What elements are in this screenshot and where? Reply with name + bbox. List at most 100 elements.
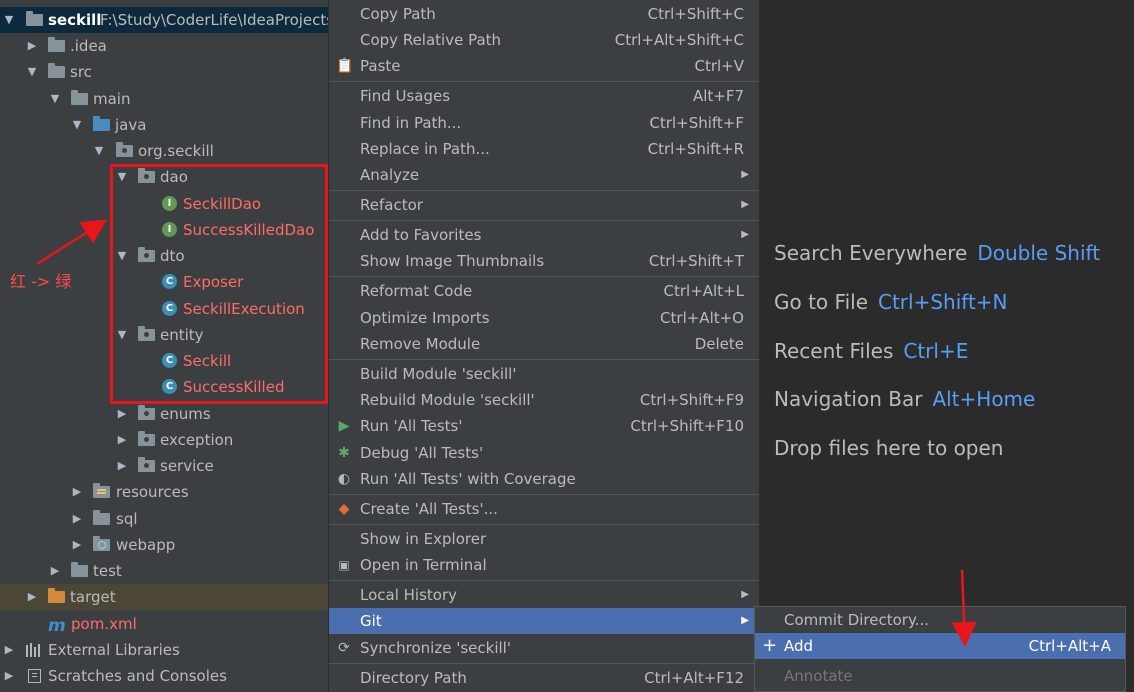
menu-separator xyxy=(329,81,759,82)
tree-item-test[interactable]: ▶ test xyxy=(0,558,328,584)
menu-item-refactor[interactable]: Refactor ▶ xyxy=(329,192,759,218)
menu-item-open-in-terminal[interactable]: ▣ Open in Terminal xyxy=(329,552,759,578)
menu-item-show-image-thumbnails[interactable]: Show Image Thumbnails Ctrl+Shift+T xyxy=(329,248,759,274)
chevron-right-icon[interactable]: ▶ xyxy=(70,479,84,505)
tree-item-exception[interactable]: ▶ exception xyxy=(0,427,328,453)
plus-icon: + xyxy=(762,635,778,656)
chevron-down-icon[interactable]: ▼ xyxy=(2,7,16,33)
menu-item-add-to-favorites[interactable]: Add to Favorites ▶ xyxy=(329,222,759,248)
chevron-right-icon[interactable]: ▶ xyxy=(70,506,84,532)
menu-item-find-usages[interactable]: Find Usages Alt+F7 xyxy=(329,83,759,109)
submenu-arrow-icon: ▶ xyxy=(741,169,749,180)
source-folder-icon xyxy=(93,116,110,131)
submenu-item-annotate[interactable]: Annotate xyxy=(755,663,1125,689)
chevron-right-icon[interactable]: ▶ xyxy=(2,637,16,663)
clipboard-icon: 📋 xyxy=(336,58,354,74)
tree-item-webapp[interactable]: ▶ webapp xyxy=(0,532,328,558)
tree-root-seckill[interactable]: ▼ seckill F:\Study\CoderLife\IdeaProject… xyxy=(0,7,328,33)
hint-drop-files: Drop files here to open xyxy=(774,436,1004,460)
submenu-arrow-icon: ▶ xyxy=(741,229,749,240)
resources-folder-icon xyxy=(93,483,110,498)
menu-item-reformat-code[interactable]: Reformat Code Ctrl+Alt+L xyxy=(329,278,759,304)
tree-item-enums[interactable]: ▶ enums xyxy=(0,401,328,427)
submenu-item-commit-directory[interactable]: Commit Directory... xyxy=(755,607,1125,633)
menu-item-show-in-explorer[interactable]: Show in Explorer xyxy=(329,526,759,552)
menu-separator xyxy=(329,494,759,495)
tree-item-src[interactable]: ▼ src xyxy=(0,59,328,85)
hint-recent-files: Recent Files Ctrl+E xyxy=(774,339,969,363)
submenu-arrow-icon: ▶ xyxy=(741,589,749,600)
menu-item-run-with-coverage[interactable]: ◐ Run 'All Tests' with Coverage xyxy=(329,466,759,492)
chevron-down-icon[interactable]: ▼ xyxy=(92,138,106,164)
package-icon xyxy=(116,142,133,157)
chevron-right-icon[interactable]: ▶ xyxy=(25,33,39,59)
menu-item-find-in-path[interactable]: Find in Path... Ctrl+Shift+F xyxy=(329,110,759,136)
menu-item-git[interactable]: Git ▶ xyxy=(329,608,759,634)
package-icon xyxy=(138,405,155,420)
menu-item-replace-in-path[interactable]: Replace in Path... Ctrl+Shift+R xyxy=(329,136,759,162)
menu-item-analyze[interactable]: Analyze ▶ xyxy=(329,162,759,188)
menu-separator xyxy=(329,276,759,277)
folder-icon xyxy=(71,562,88,577)
debug-icon: ✱ xyxy=(338,445,350,461)
chevron-right-icon[interactable]: ▶ xyxy=(115,427,129,453)
libraries-icon xyxy=(26,643,42,657)
run-icon: ▶ xyxy=(338,418,350,434)
module-folder-icon xyxy=(26,11,43,26)
menu-separator xyxy=(329,524,759,525)
menu-separator xyxy=(329,580,759,581)
menu-item-paste[interactable]: 📋 Paste Ctrl+V xyxy=(329,53,759,79)
menu-item-directory-path[interactable]: Directory Path Ctrl+Alt+F12 xyxy=(329,665,759,691)
tree-item-org-seckill[interactable]: ▼ org.seckill xyxy=(0,138,328,164)
root-path: F:\Study\CoderLife\IdeaProjects xyxy=(100,11,328,29)
hint-navigation-bar: Navigation Bar Alt+Home xyxy=(774,387,1036,411)
menu-separator xyxy=(329,190,759,191)
package-icon xyxy=(138,457,155,472)
menu-item-synchronize[interactable]: ⟳ Synchronize 'seckill' xyxy=(329,635,759,661)
menu-item-run-all-tests[interactable]: ▶ Run 'All Tests' Ctrl+Shift+F10 xyxy=(329,413,759,439)
menu-item-copy-path[interactable]: Copy Path Ctrl+Shift+C xyxy=(329,1,759,27)
menu-item-optimize-imports[interactable]: Optimize Imports Ctrl+Alt+O xyxy=(329,305,759,331)
folder-icon xyxy=(48,63,65,78)
coverage-icon: ◐ xyxy=(337,471,351,487)
tree-item-pom-xml[interactable]: m pom.xml xyxy=(0,611,328,637)
menu-item-debug-all-tests[interactable]: ✱ Debug 'All Tests' xyxy=(329,440,759,466)
sync-icon: ⟳ xyxy=(338,640,350,656)
tree-item-resources[interactable]: ▶ resources xyxy=(0,479,328,505)
root-name: seckill xyxy=(48,11,102,29)
tree-item-java[interactable]: ▼ java xyxy=(0,112,328,138)
tree-item-main[interactable]: ▼ main xyxy=(0,86,328,112)
chevron-right-icon[interactable]: ▶ xyxy=(25,584,39,610)
folder-icon xyxy=(71,90,88,105)
web-folder-icon xyxy=(93,536,110,551)
menu-item-rebuild-module[interactable]: Rebuild Module 'seckill' Ctrl+Shift+F9 xyxy=(329,387,759,413)
menu-separator xyxy=(329,359,759,360)
menu-item-build-module[interactable]: Build Module 'seckill' xyxy=(329,361,759,387)
tree-item-sql[interactable]: ▶ sql xyxy=(0,506,328,532)
chevron-right-icon[interactable]: ▶ xyxy=(48,558,62,584)
maven-icon: m xyxy=(48,616,66,636)
tree-item-target[interactable]: ▶ target xyxy=(0,584,328,610)
submenu-item-add[interactable]: + Add Ctrl+Alt+A xyxy=(755,633,1125,659)
terminal-icon: ▣ xyxy=(338,558,350,572)
menu-item-local-history[interactable]: Local History ▶ xyxy=(329,582,759,608)
hint-search-everywhere: Search Everywhere Double Shift xyxy=(774,241,1101,265)
chevron-down-icon[interactable]: ▼ xyxy=(48,86,62,112)
chevron-right-icon[interactable]: ▶ xyxy=(2,663,16,689)
tree-item-service[interactable]: ▶ service xyxy=(0,453,328,479)
chevron-down-icon[interactable]: ▼ xyxy=(25,59,39,85)
chevron-down-icon[interactable]: ▼ xyxy=(70,112,84,138)
tree-item-scratches[interactable]: ▶ Scratches and Consoles xyxy=(0,663,328,689)
annotation-highlight-box xyxy=(110,164,328,404)
menu-item-copy-relative-path[interactable]: Copy Relative Path Ctrl+Alt+Shift+C xyxy=(329,27,759,53)
git-submenu: Commit Directory... + Add Ctrl+Alt+A Anno… xyxy=(754,606,1126,692)
chevron-right-icon[interactable]: ▶ xyxy=(70,532,84,558)
menu-item-remove-module[interactable]: Remove Module Delete xyxy=(329,331,759,357)
tree-item-external-libraries[interactable]: ▶ External Libraries xyxy=(0,637,328,663)
menu-item-create-all-tests[interactable]: ◆ Create 'All Tests'... xyxy=(329,496,759,522)
chevron-right-icon[interactable]: ▶ xyxy=(115,401,129,427)
tree-item-idea[interactable]: ▶ .idea xyxy=(0,33,328,59)
context-menu: Copy Path Ctrl+Shift+C Copy Relative Path… xyxy=(328,0,759,692)
package-icon xyxy=(138,431,155,446)
chevron-right-icon[interactable]: ▶ xyxy=(115,453,129,479)
